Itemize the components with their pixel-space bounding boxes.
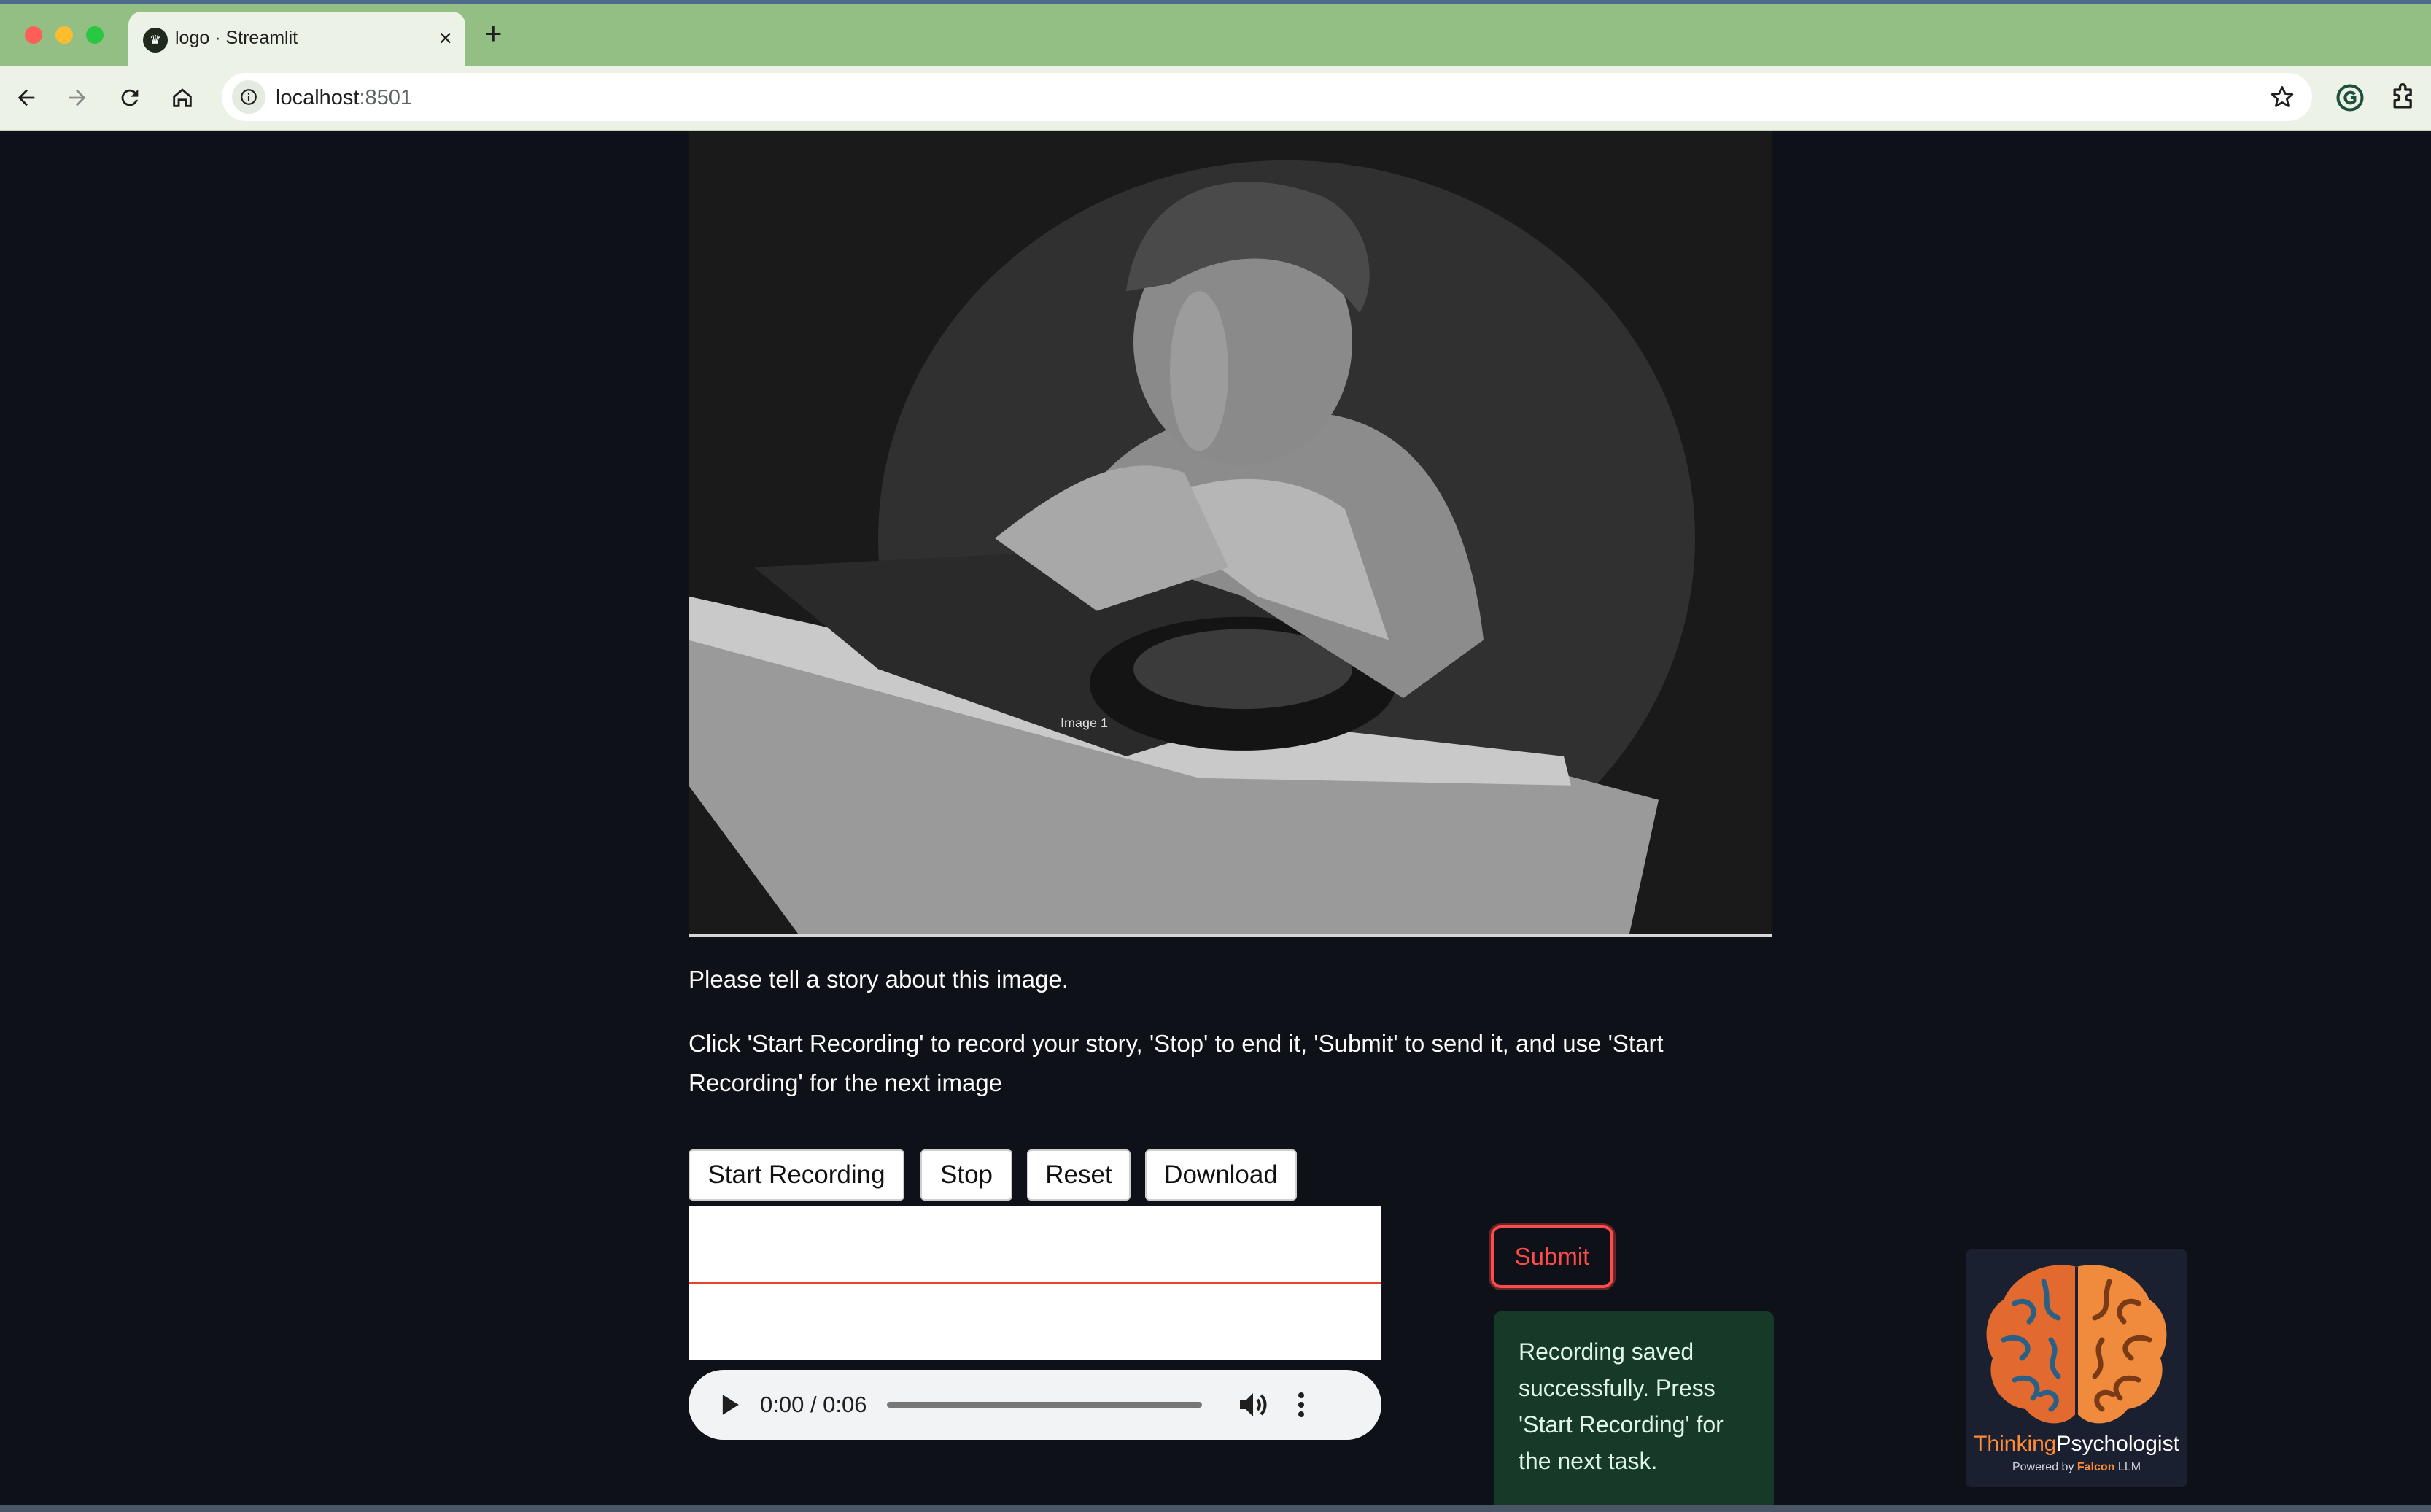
new-tab-icon[interactable]: + [484, 16, 503, 51]
powered-prefix: Powered by [2012, 1461, 2074, 1473]
stop-button[interactable]: Stop [920, 1149, 1012, 1201]
url-text[interactable]: localhost:8501 [276, 86, 412, 110]
grammarly-extension-icon[interactable] [2334, 82, 2366, 114]
story-prompt-text: Please tell a story about this image. [689, 966, 1069, 993]
home-icon[interactable] [165, 80, 200, 115]
logo-brand-name: ThinkingPsychologist [1966, 1432, 2187, 1457]
start-recording-button[interactable]: Start Recording [689, 1149, 904, 1201]
submit-button[interactable]: Submit [1491, 1225, 1613, 1288]
streamlit-favicon-icon: ♛ [143, 28, 168, 53]
window-bottom-edge [0, 1505, 2431, 1512]
reload-icon[interactable] [112, 80, 147, 115]
logo-brand-first: Thinking [1974, 1432, 2057, 1456]
boy-reading-photo: Image 1 [689, 131, 1772, 934]
bookmark-star-icon[interactable] [2268, 83, 2296, 111]
window-top-edge [0, 0, 2431, 4]
browser-tab[interactable]: ♛ logo · Streamlit × [128, 12, 465, 66]
reset-button[interactable]: Reset [1027, 1149, 1131, 1201]
url-host: localhost [276, 86, 360, 109]
logo-powered-by: Powered by Falcon LLM [1966, 1461, 2187, 1474]
close-tab-icon[interactable]: × [438, 25, 452, 52]
thinking-psychologist-logo: ThinkingPsychologist Powered by Falcon L… [1966, 1249, 2187, 1487]
brain-icon [1986, 1265, 2167, 1424]
download-button[interactable]: Download [1145, 1149, 1297, 1201]
site-info-icon[interactable] [232, 80, 265, 114]
play-icon[interactable] [713, 1389, 745, 1421]
close-window-button[interactable] [25, 26, 42, 44]
story-prompt-image: Image 1 [689, 131, 1772, 937]
logo-brand-second: Psychologist [2056, 1432, 2179, 1456]
powered-brand: Falcon [2077, 1461, 2115, 1473]
extensions-puzzle-icon[interactable] [2388, 82, 2420, 114]
zoom-window-button[interactable] [86, 26, 104, 44]
browser-tab-bar: ♛ logo · Streamlit × + [0, 0, 2431, 66]
image-caption-label: Image 1 [1061, 716, 1108, 730]
back-arrow-icon[interactable] [9, 80, 44, 115]
waveform-baseline [689, 1282, 1381, 1284]
url-port: :8501 [359, 86, 413, 109]
volume-icon[interactable] [1234, 1387, 1269, 1422]
window-controls [25, 26, 104, 44]
address-bar[interactable]: localhost:8501 [222, 73, 2312, 121]
minimize-window-button[interactable] [55, 26, 73, 44]
audio-progress-bar[interactable] [887, 1402, 1202, 1408]
browser-toolbar: localhost:8501 [0, 66, 2431, 131]
powered-suffix: LLM [2117, 1461, 2141, 1473]
audio-time-display: 0:00 / 0:06 [760, 1392, 867, 1417]
more-options-icon[interactable] [1284, 1387, 1319, 1422]
audio-waveform-display [689, 1206, 1381, 1360]
audio-player: 0:00 / 0:06 [689, 1370, 1381, 1440]
forward-arrow-icon[interactable] [60, 80, 95, 115]
recording-instructions: Click 'Start Recording' to record your s… [689, 1030, 1664, 1096]
tab-title: logo · Streamlit [175, 28, 298, 48]
success-message: Recording saved successfully. Press 'Sta… [1494, 1311, 1774, 1512]
